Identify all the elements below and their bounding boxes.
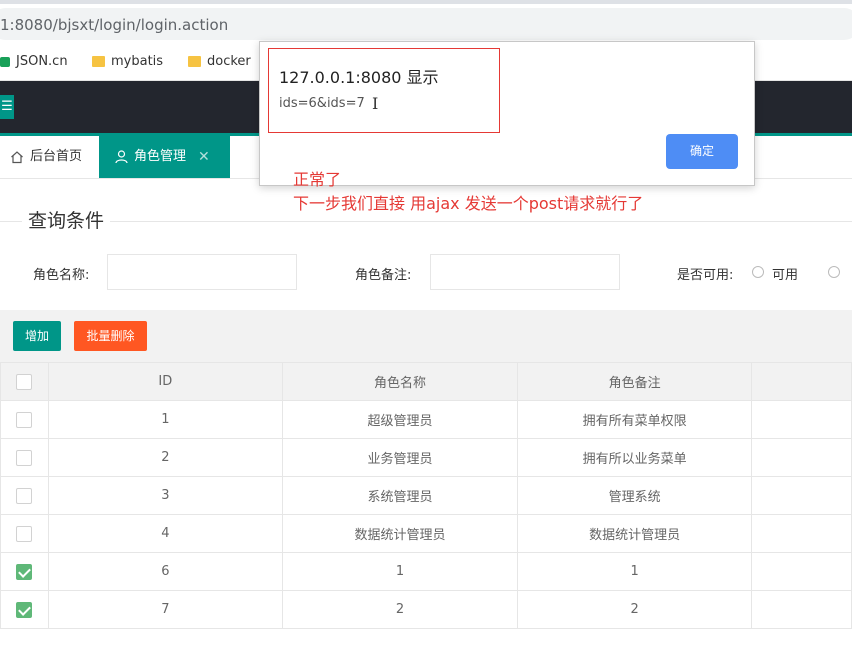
alert-dialog: 127.0.0.1:8080 显示 ids=6&ids=7 I 确定 [259,41,755,186]
search-fieldset-line [0,221,852,222]
available-label: 是否可用: [677,268,734,283]
cell-id: 2 [47,438,284,477]
tab-label: 角色管理 [134,149,187,164]
table-row[interactable]: 611 [0,552,852,591]
row-select-cell[interactable] [0,514,49,553]
cell-extra [751,590,852,629]
cell-extra [751,400,852,439]
column-header-remark[interactable]: 角色备注 [516,362,753,401]
search-legend: 查询条件 [22,206,111,233]
bookmark-label: JSON.cn [16,54,68,69]
row-select-cell[interactable] [0,552,49,591]
browser-address-bar: 1:8080/bjsxt/login/login.action [0,0,852,46]
table-row[interactable]: 1 超级管理员 拥有所有菜单权限 [0,400,852,439]
select-all-checkbox[interactable] [16,373,33,390]
row-select-cell[interactable] [0,438,49,477]
select-all-cell[interactable] [0,362,49,401]
cell-role-name: 系统管理员 [282,476,518,515]
text-cursor-icon: I [372,94,379,113]
home-icon [11,151,23,164]
radio-available-label: 可用 [772,268,799,283]
cell-role-name: 1 [282,552,518,591]
role-table: ID 角色名称 角色备注 1 超级管理员 拥有所有菜单权限 2 业务管理员 拥有所以业务菜… [0,362,852,629]
cell-role-name: 业务管理员 [282,438,518,477]
annotation-normal: 正常了 [293,170,342,189]
cell-role-remark: 拥有所有菜单权限 [516,400,753,439]
table-row[interactable]: 2 业务管理员 拥有所以业务菜单 [0,438,852,477]
batch-delete-button[interactable]: 批量删除 [74,321,147,351]
cell-role-remark: 数据统计管理员 [516,514,753,553]
tab-label: 后台首页 [30,149,83,164]
row-checkbox[interactable] [16,563,33,580]
tab-home[interactable]: 后台首页 [4,136,88,178]
cell-role-name: 超级管理员 [282,400,518,439]
tab-strip-edge [0,0,852,4]
role-remark-label: 角色备注: [355,268,412,283]
dialog-message: ids=6&ids=7 [279,96,365,111]
role-remark-input[interactable] [430,254,620,290]
ok-button[interactable]: 确定 [666,134,738,169]
column-header-extra [751,362,852,401]
cell-role-remark: 拥有所以业务菜单 [516,438,753,477]
cell-id: 6 [47,552,284,591]
cell-extra [751,438,852,477]
bookmark-label: mybatis [111,54,164,69]
column-header-id[interactable]: ID [47,362,284,401]
table-row[interactable]: 3 系统管理员 管理系统 [0,476,852,515]
row-checkbox[interactable] [16,601,33,618]
row-checkbox[interactable] [16,487,33,504]
dialog-title: 127.0.0.1:8080 显示 [279,68,439,87]
row-select-cell[interactable] [0,590,49,629]
folder-icon [92,56,105,67]
row-select-cell[interactable] [0,400,49,439]
highlight-box [268,48,500,133]
tab-role-management[interactable]: 角色管理 ✕ [99,136,230,178]
radio-unavailable[interactable] [828,266,840,278]
role-name-input[interactable] [107,254,297,290]
cell-role-remark: 1 [516,552,753,591]
bookmark-mybatis[interactable]: mybatis [92,54,163,69]
cell-role-name: 数据统计管理员 [282,514,518,553]
row-checkbox[interactable] [16,449,33,466]
radio-available[interactable] [752,266,764,278]
table-header-row: ID 角色名称 角色备注 [0,362,852,401]
bookmark-json[interactable]: JSON.cn [0,54,68,69]
row-checkbox[interactable] [16,525,33,542]
role-name-label: 角色名称: [33,268,90,283]
cell-id: 1 [47,400,284,439]
column-header-name[interactable]: 角色名称 [282,362,518,401]
bookmark-label: docker [207,54,251,69]
menu-toggle-icon[interactable]: ☰ [0,95,14,119]
add-button[interactable]: 增加 [13,321,61,351]
folder-icon [188,56,201,67]
cell-role-name: 2 [282,590,518,629]
cell-extra [751,476,852,515]
cell-role-remark: 管理系统 [516,476,753,515]
cell-extra [751,514,852,553]
row-select-cell[interactable] [0,476,49,515]
cell-id: 3 [47,476,284,515]
table-row[interactable]: 722 [0,590,852,629]
json-site-icon [0,56,10,67]
cell-extra [751,552,852,591]
user-icon [115,150,128,164]
cell-role-remark: 2 [516,590,753,629]
table-toolbar: 增加 批量删除 [0,310,852,362]
annotation-next-step: 下一步我们直接 用ajax 发送一个post请求就行了 [293,194,644,213]
row-checkbox[interactable] [16,411,33,428]
close-icon[interactable]: ✕ [198,136,210,178]
cell-id: 7 [47,590,284,629]
table-row[interactable]: 4 数据统计管理员 数据统计管理员 [0,514,852,553]
bookmark-docker[interactable]: docker [188,54,251,69]
url-text[interactable]: 1:8080/bjsxt/login/login.action [0,16,228,34]
cell-id: 4 [47,514,284,553]
